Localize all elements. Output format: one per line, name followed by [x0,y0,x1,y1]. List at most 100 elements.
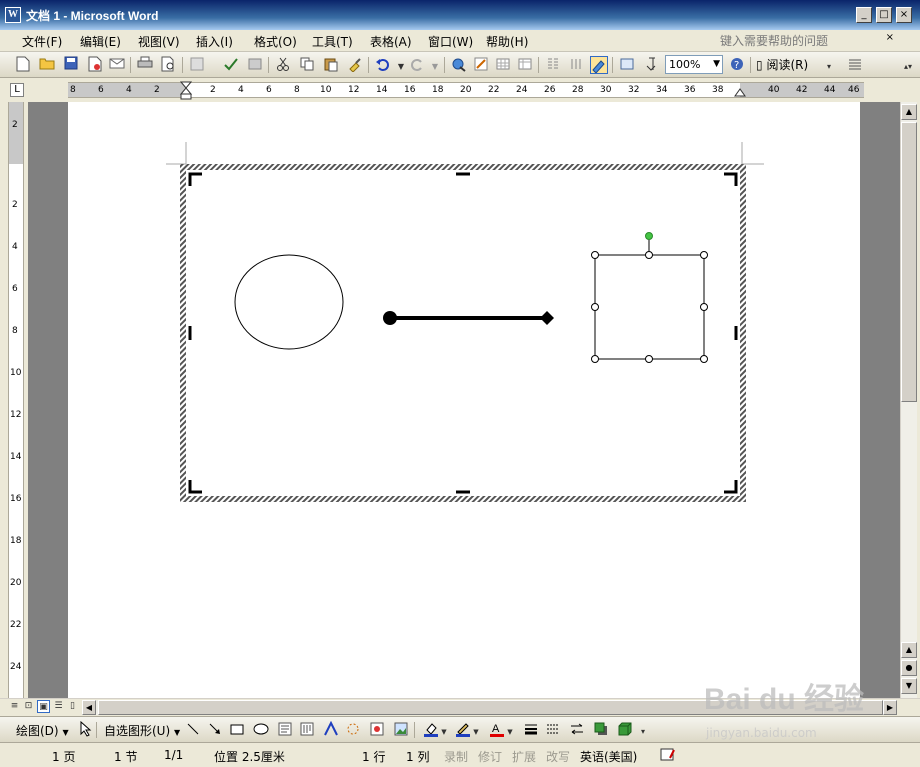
scroll-left-button[interactable]: ◀ [82,700,96,715]
dash-style-icon[interactable] [544,721,562,739]
chevron-down-icon[interactable]: ▼ [440,721,448,739]
tables-borders-icon[interactable] [472,56,490,74]
reading-view-icon[interactable]: ▯ [66,700,79,713]
help-close-icon[interactable]: × [886,32,894,43]
clip-art-icon[interactable] [368,721,386,739]
save-icon[interactable] [62,56,80,74]
tab-selector[interactable]: L [10,83,24,97]
cut-icon[interactable] [274,56,292,74]
menu-format[interactable]: 格式(O) [254,33,297,50]
select-browse-object-button[interactable]: ● [901,660,917,676]
status-track-changes[interactable]: 修订 [478,748,502,765]
document-map-icon[interactable] [568,56,586,74]
research-icon[interactable] [188,56,206,74]
email-icon[interactable] [108,56,126,74]
resize-handle[interactable] [700,303,708,311]
redo-icon[interactable] [408,56,426,74]
chevron-down-icon[interactable]: ▼ [506,721,514,739]
chevron-down-icon[interactable]: ▼ [472,721,480,739]
resize-handle[interactable] [645,251,653,259]
status-overtype[interactable]: 改写 [546,748,570,765]
3d-style-icon[interactable] [616,721,634,739]
status-record-macro[interactable]: 录制 [444,748,468,765]
wordart-icon[interactable] [322,720,340,739]
close-button[interactable]: × [896,7,912,23]
scroll-right-button[interactable]: ▶ [883,700,897,715]
columns-icon[interactable] [544,56,562,74]
scroll-up-button[interactable]: ▲ [901,104,917,120]
arrow-tool-icon[interactable] [206,721,224,739]
align-justify-icon[interactable] [846,56,864,74]
toolbar-options-icon[interactable]: ▾ [638,721,648,739]
menu-help[interactable]: 帮助(H) [486,33,528,50]
vertical-scrollbar[interactable]: ▲ ▲ ● ▼ [900,102,917,698]
rectangle-tool-icon[interactable] [228,721,246,739]
hyperlink-icon[interactable] [450,56,468,74]
status-extend[interactable]: 扩展 [512,748,536,765]
previous-page-button[interactable]: ▲ [901,642,917,658]
resize-handle[interactable] [591,251,599,259]
menu-window[interactable]: 窗口(W) [428,33,473,50]
undo-icon[interactable] [374,56,392,74]
paste-icon[interactable] [322,56,340,74]
vertical-ruler[interactable]: 2 2 4 6 8 10 12 14 16 18 20 22 24 [8,102,24,698]
vertical-scroll-thumb[interactable] [901,122,917,402]
insert-picture-icon[interactable] [392,721,410,739]
draw-menu-button[interactable]: 绘图(D) ▼ [16,722,69,739]
insert-table-icon[interactable] [494,56,512,74]
ellipse-shape[interactable] [234,254,344,350]
zoom-select[interactable]: 100% ▼ [665,55,723,74]
spelling-icon[interactable] [222,56,240,74]
diagram-icon[interactable] [344,721,362,739]
insert-excel-icon[interactable] [516,56,534,74]
chevron-down-icon[interactable]: ▼ [713,56,720,73]
line-color-icon[interactable] [454,721,472,739]
menu-tools[interactable]: 工具(T) [312,33,353,50]
font-color-icon[interactable]: A [488,721,506,739]
indent-marker[interactable] [180,81,192,101]
resize-handle[interactable] [645,355,653,363]
print-icon[interactable] [136,56,154,74]
select-objects-icon[interactable] [76,720,94,739]
menu-view[interactable]: 视图(V) [138,33,180,50]
right-indent-marker[interactable] [734,87,746,97]
copy-icon[interactable] [298,56,316,74]
resize-handle[interactable] [591,355,599,363]
minimize-button[interactable]: _ [856,7,872,23]
help-icon[interactable]: ? [728,56,746,74]
shadow-style-icon[interactable] [592,721,610,739]
menu-table[interactable]: 表格(A) [370,33,412,50]
web-layout-view-icon[interactable]: ⊡ [22,700,35,713]
spelling-status-icon[interactable] [660,748,678,765]
research-book-icon[interactable] [246,56,264,74]
autoshapes-menu-button[interactable]: 自选图形(U) ▼ [104,722,180,739]
resize-handle[interactable] [700,251,708,259]
resize-handle[interactable] [591,303,599,311]
toolbar-options-icon[interactable]: ▾ [824,56,834,74]
resize-handle[interactable] [700,355,708,363]
document-page[interactable] [68,102,860,698]
maximize-button[interactable]: □ [876,7,892,23]
menu-file[interactable]: 文件(F) [22,33,62,50]
show-hide-icon[interactable] [642,56,660,74]
menu-edit[interactable]: 编辑(E) [80,33,121,50]
line-tool-icon[interactable] [184,721,202,739]
help-search-box[interactable]: 键入需要帮助的问题 × [720,32,894,50]
oval-tool-icon[interactable] [252,721,270,739]
print-preview-icon[interactable] [160,56,178,74]
drawing-icon[interactable] [590,56,608,74]
text-box-icon[interactable] [276,721,294,739]
status-language[interactable]: 英语(美国) [580,748,637,765]
rotation-handle[interactable] [645,232,653,240]
normal-view-icon[interactable]: ≡ [8,700,21,713]
line-style-icon[interactable] [522,721,540,739]
format-painter-icon[interactable] [346,56,364,74]
open-folder-icon[interactable] [38,56,56,74]
print-layout-view-icon[interactable]: ▣ [37,700,50,713]
rectangle-shape[interactable] [594,254,705,360]
new-document-icon[interactable] [14,56,32,74]
arrow-style-icon[interactable] [568,721,586,739]
vertical-text-box-icon[interactable] [298,721,316,739]
toolbar-overflow-icon[interactable]: ▴▾ [902,56,914,74]
outline-view-icon[interactable]: ☰ [52,700,65,713]
